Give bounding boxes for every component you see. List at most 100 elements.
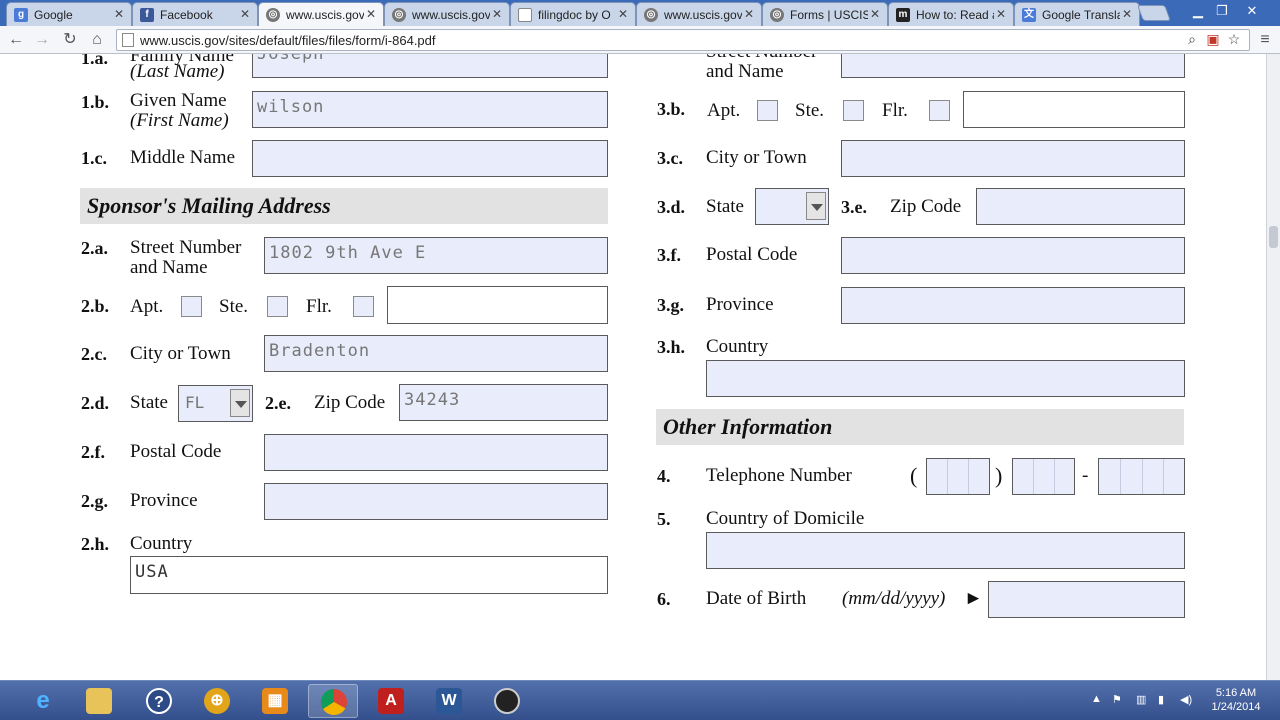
taskbar-chrome[interactable]: [308, 684, 358, 718]
back-arrow-icon[interactable]: ←: [6, 30, 26, 50]
q2a-label-line2: and Name: [130, 257, 208, 278]
taskbar-file-explorer[interactable]: [74, 684, 124, 718]
address-bar[interactable]: www.uscis.gov/sites/default/files/files/…: [116, 29, 1250, 51]
close-icon[interactable]: ✕: [366, 7, 376, 21]
vertical-scrollbar[interactable]: [1266, 54, 1280, 680]
street-name-field[interactable]: 1802 9th Ave E: [264, 237, 608, 274]
close-icon[interactable]: ✕: [996, 7, 1006, 21]
signal-icon[interactable]: ▮: [1158, 693, 1164, 706]
chevron-down-icon[interactable]: [806, 192, 826, 220]
secondary-street-name-field[interactable]: [841, 54, 1185, 78]
scrollbar-thumb[interactable]: [1269, 226, 1278, 248]
q3e-label: Zip Code: [890, 196, 962, 217]
secondary-postal-code-field[interactable]: [841, 237, 1185, 274]
reload-icon[interactable]: ↻: [60, 30, 80, 50]
new-tab-button[interactable]: [1137, 5, 1171, 21]
pdf-extension-icon[interactable]: ▣: [1204, 31, 1222, 48]
q2f-label: Postal Code: [130, 441, 222, 462]
tab-uscis-active[interactable]: ◎ www.uscis.gov ✕: [258, 2, 384, 26]
q2e-number: 2.e.: [265, 393, 291, 413]
flag-icon[interactable]: ⚑: [1112, 693, 1122, 706]
flr-checkbox[interactable]: [929, 100, 950, 121]
menu-icon[interactable]: ≡: [1255, 30, 1275, 50]
apt-checkbox[interactable]: [757, 100, 778, 121]
windows-taskbar: e ? ⊕ ▦ A W ▲ ⚑ ▥ ▮ ◀) 5:16 AM 1/24/2014: [0, 680, 1280, 720]
secondary-state-select[interactable]: [755, 188, 829, 225]
secondary-zip-code-field[interactable]: [976, 188, 1185, 225]
facebook-icon: f: [140, 8, 154, 22]
ste-label: Ste.: [219, 296, 249, 317]
taskbar-camera[interactable]: [482, 684, 532, 718]
taskbar-word[interactable]: W: [424, 684, 474, 718]
q2c-number: 2.c.: [81, 344, 107, 364]
system-clock[interactable]: 5:16 AM 1/24/2014: [1204, 686, 1268, 714]
restore-icon[interactable]: ❐: [1214, 3, 1230, 19]
page-icon: [122, 33, 134, 47]
forward-arrow-icon[interactable]: →: [32, 30, 52, 50]
family-name-field[interactable]: Joseph: [252, 54, 608, 78]
tab-google-translate[interactable]: 文 Google Transla ✕: [1014, 2, 1140, 26]
phone-line-field[interactable]: [1098, 458, 1185, 495]
country-of-domicile-field[interactable]: [706, 532, 1185, 569]
tray-expand-icon[interactable]: ▲: [1091, 693, 1102, 705]
q1b-number: 1.b.: [81, 92, 110, 112]
volume-icon[interactable]: ◀): [1180, 693, 1192, 706]
state-value: FL: [185, 393, 205, 412]
phone-prefix-field[interactable]: [1012, 458, 1075, 495]
given-name-field[interactable]: wilson: [252, 91, 608, 128]
flr-checkbox[interactable]: [353, 296, 374, 317]
tab-google[interactable]: g Google ✕: [6, 2, 132, 26]
q2g-number: 2.g.: [81, 491, 108, 511]
zoom-icon[interactable]: ⌕: [1183, 31, 1201, 48]
tab-filingdoc[interactable]: filingdoc by O ✕: [510, 2, 636, 26]
translate-icon: 文: [1022, 8, 1036, 22]
tab-label: Facebook: [160, 8, 213, 22]
close-icon[interactable]: ✕: [492, 7, 502, 21]
middle-name-field[interactable]: [252, 140, 608, 177]
home-icon[interactable]: ⌂: [87, 30, 107, 50]
q5-number: 5.: [657, 509, 671, 529]
state-select[interactable]: FL: [178, 385, 253, 422]
ste-label: Ste.: [795, 100, 825, 121]
tab-how-to-read[interactable]: m How to: Read a ✕: [888, 2, 1014, 26]
secondary-city-field[interactable]: [841, 140, 1185, 177]
close-icon[interactable]: ✕: [114, 7, 124, 21]
q2d-label: State: [130, 392, 168, 413]
taskbar-adobe-reader[interactable]: A: [366, 684, 416, 718]
tab-facebook[interactable]: f Facebook ✕: [132, 2, 258, 26]
ste-checkbox[interactable]: [267, 296, 288, 317]
close-icon[interactable]: ✕: [618, 7, 628, 21]
close-icon[interactable]: ✕: [744, 7, 754, 21]
secondary-province-field[interactable]: [841, 287, 1185, 324]
secondary-country-field[interactable]: [706, 360, 1185, 397]
secondary-apt-number-field[interactable]: [963, 91, 1185, 128]
network-icon[interactable]: ▥: [1136, 693, 1146, 706]
close-icon[interactable]: ✕: [1122, 7, 1132, 21]
area-code-field[interactable]: [926, 458, 990, 495]
taskbar-internet-explorer[interactable]: e: [18, 684, 68, 718]
apt-label: Apt.: [130, 296, 164, 317]
date-of-birth-field[interactable]: [988, 581, 1185, 618]
ste-checkbox[interactable]: [843, 100, 864, 121]
close-icon[interactable]: ✕: [240, 7, 250, 21]
q1a-number: 1.a.: [81, 54, 108, 68]
tab-uscis-2[interactable]: ◎ www.uscis.gov ✕: [384, 2, 510, 26]
zip-code-field[interactable]: 34243: [399, 384, 608, 421]
chevron-down-icon[interactable]: [230, 389, 250, 417]
tab-forms-uscis[interactable]: ◎ Forms | USCIS ✕: [762, 2, 888, 26]
country-field[interactable]: USA: [130, 556, 608, 594]
minimize-icon[interactable]: ▁: [1190, 3, 1206, 19]
taskbar-globe[interactable]: ⊕: [192, 684, 242, 718]
close-icon[interactable]: ✕: [870, 7, 880, 21]
apt-checkbox[interactable]: [181, 296, 202, 317]
bookmark-star-icon[interactable]: ☆: [1225, 31, 1243, 48]
tab-uscis-3[interactable]: ◎ www.uscis.gov ✕: [636, 2, 762, 26]
province-field[interactable]: [264, 483, 608, 520]
close-window-icon[interactable]: ✕: [1244, 3, 1260, 19]
taskbar-apps[interactable]: ▦: [250, 684, 300, 718]
city-field[interactable]: Bradenton: [264, 335, 608, 372]
q1a-sublabel: (Last Name): [130, 61, 225, 82]
taskbar-help[interactable]: ?: [134, 684, 184, 718]
apt-number-field[interactable]: [387, 286, 608, 324]
postal-code-field[interactable]: [264, 434, 608, 471]
